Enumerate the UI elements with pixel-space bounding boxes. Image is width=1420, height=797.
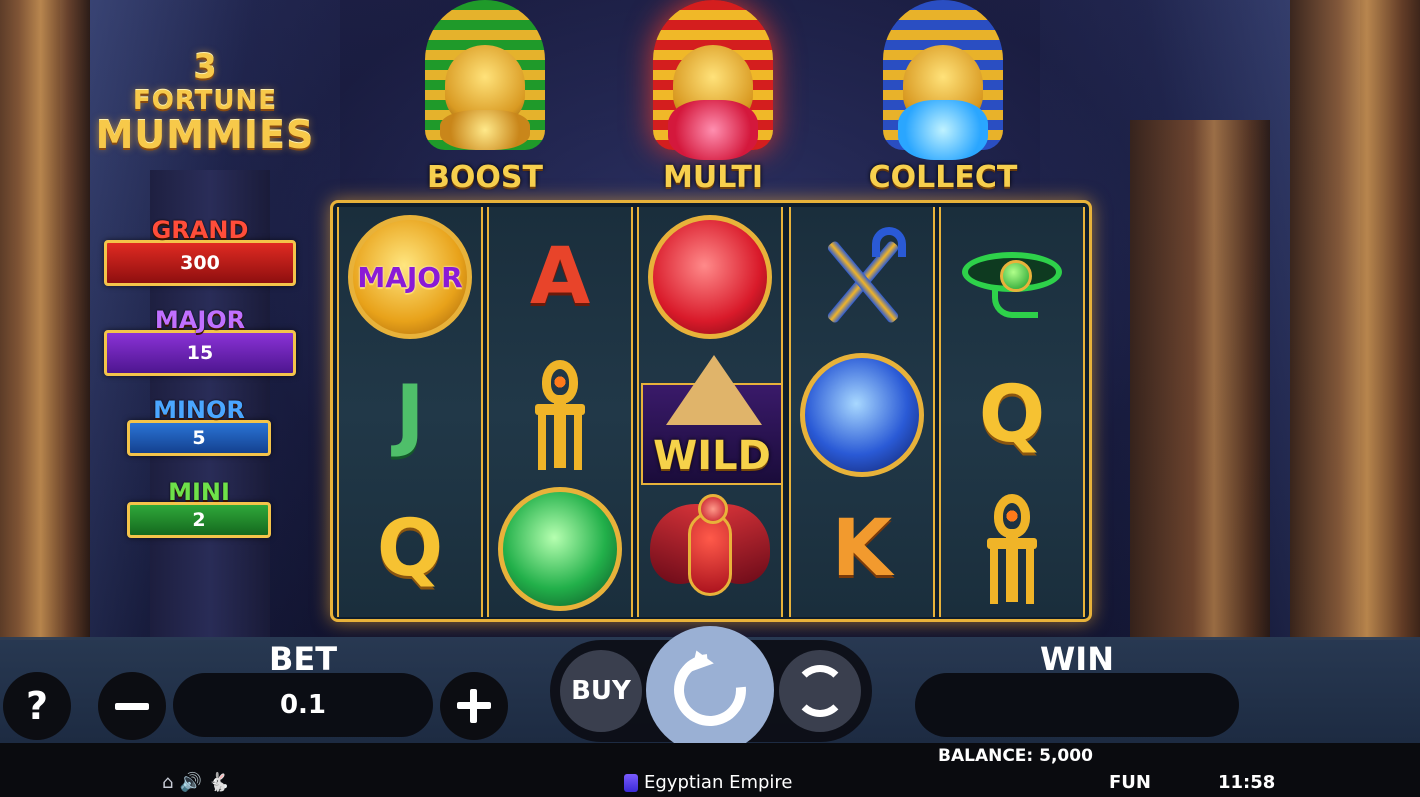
- jackpot-grand: GRAND 300: [104, 218, 296, 286]
- orb-major-label: MAJOR: [357, 260, 463, 294]
- jackpot-minor-value: 5: [127, 420, 271, 456]
- bet-value: 0.1: [173, 673, 433, 737]
- jackpot-grand-label: GRAND: [151, 216, 249, 244]
- jackpot-mini-value: 2: [127, 502, 271, 538]
- blue-orb-icon: [800, 353, 924, 477]
- mummy-collect-label: COLLECT: [868, 160, 1018, 195]
- letter-a-icon: A: [529, 232, 591, 322]
- mummy-boost-label: BOOST: [427, 160, 543, 195]
- green-orb-icon: [498, 487, 622, 611]
- symbol-ankh: [489, 347, 631, 483]
- minus-icon: [115, 702, 149, 710]
- scarab-icon: [650, 494, 770, 604]
- gold-orb-icon: MAJOR: [348, 215, 472, 339]
- jackpot-mini: MINI 2: [127, 480, 271, 538]
- symbol-letter-a: A: [489, 209, 631, 345]
- red-orb-icon: [648, 215, 772, 339]
- symbol-orb-blue: [791, 347, 933, 483]
- turbo-icon[interactable]: 🐇: [208, 772, 230, 793]
- symbol-eye-of-horus: [941, 209, 1083, 345]
- symbol-letter-j: J: [339, 347, 481, 483]
- letter-k-icon: K: [831, 504, 893, 594]
- symbol-letter-k: K: [791, 481, 933, 617]
- logo-mummies: MUMMIES: [95, 113, 315, 157]
- mummy-treasure: [440, 110, 530, 150]
- crook-and-flail-icon: [812, 227, 912, 327]
- help-icon: ?: [25, 684, 49, 728]
- eye-of-horus-icon: [952, 242, 1072, 318]
- ankh-icon: [535, 360, 585, 470]
- mummy-multi-label: MULTI: [663, 160, 763, 195]
- letter-j-icon: J: [395, 370, 425, 460]
- letter-q-icon: Q: [978, 370, 1046, 460]
- win-value: [915, 673, 1239, 737]
- logo-fortune: FORTUNE: [132, 86, 278, 116]
- symbol-orb-red: [639, 209, 781, 345]
- jackpot-mini-label: MINI: [168, 478, 230, 506]
- symbol-ankh: [941, 481, 1083, 617]
- symbol-wild: WILD: [641, 355, 783, 485]
- mummy-boost: BOOST: [400, 0, 570, 195]
- buy-feature-button[interactable]: BUY: [560, 650, 642, 732]
- pillar-right: [1290, 0, 1420, 640]
- reel-3: WILD: [637, 207, 783, 617]
- reel-4: K: [789, 207, 935, 617]
- provider-logo-icon: [624, 773, 638, 792]
- spin-icon: [659, 639, 761, 741]
- footer-game-name: Egyptian Empire: [624, 772, 793, 793]
- reel-2: A: [487, 207, 633, 617]
- symbol-orb-major: MAJOR: [339, 209, 481, 345]
- reel-5: Q: [939, 207, 1085, 617]
- pillar-left: [0, 0, 90, 640]
- jackpot-minor: MINOR 5: [127, 398, 271, 456]
- ankh-icon: [987, 494, 1037, 604]
- mummy-treasure: [668, 100, 758, 160]
- jackpot-major-label: MAJOR: [154, 306, 246, 334]
- mummy-multi: MULTI: [628, 0, 798, 195]
- autoplay-button[interactable]: [779, 650, 861, 732]
- jackpot-grand-value: 300: [104, 240, 296, 286]
- clock-label: 11:58: [1218, 772, 1276, 793]
- buy-label: BUY: [571, 676, 631, 706]
- game-logo: 3 FORTUNE MUMMIES: [85, 50, 325, 154]
- jackpot-major: MAJOR 15: [104, 308, 296, 376]
- spin-button[interactable]: [646, 626, 774, 754]
- symbol-crook-flail: [791, 209, 933, 345]
- sound-icon[interactable]: 🔊: [179, 772, 201, 793]
- symbol-scarab: [639, 481, 781, 617]
- logo-number: 3: [193, 47, 217, 87]
- game-name-label: Egyptian Empire: [644, 772, 793, 793]
- mummy-collect: COLLECT: [858, 0, 1028, 195]
- symbol-letter-q: Q: [941, 347, 1083, 483]
- play-mode-label: FUN: [1109, 772, 1151, 793]
- letter-q-icon: Q: [376, 504, 444, 594]
- autoplay-icon: [794, 665, 846, 717]
- reel-grid: MAJOR J Q A WILD K Q: [330, 200, 1092, 622]
- home-icon[interactable]: ⌂: [162, 772, 173, 793]
- help-button[interactable]: ?: [3, 672, 71, 740]
- mummy-treasure: [898, 100, 988, 160]
- footer-icons: ⌂ 🔊 🐇: [162, 772, 230, 793]
- symbol-letter-q: Q: [339, 481, 481, 617]
- symbol-orb-green: [489, 481, 631, 617]
- jackpot-major-value: 15: [104, 330, 296, 376]
- pyramid-icon: [666, 355, 762, 425]
- reel-1: MAJOR J Q: [337, 207, 483, 617]
- decrease-bet-button[interactable]: [98, 672, 166, 740]
- jackpot-minor-label: MINOR: [153, 396, 245, 424]
- pillar-right-back: [1130, 120, 1270, 640]
- wild-label: WILD: [653, 433, 771, 479]
- increase-bet-button[interactable]: [440, 672, 508, 740]
- balance-display: BALANCE: 5,000: [938, 746, 1093, 766]
